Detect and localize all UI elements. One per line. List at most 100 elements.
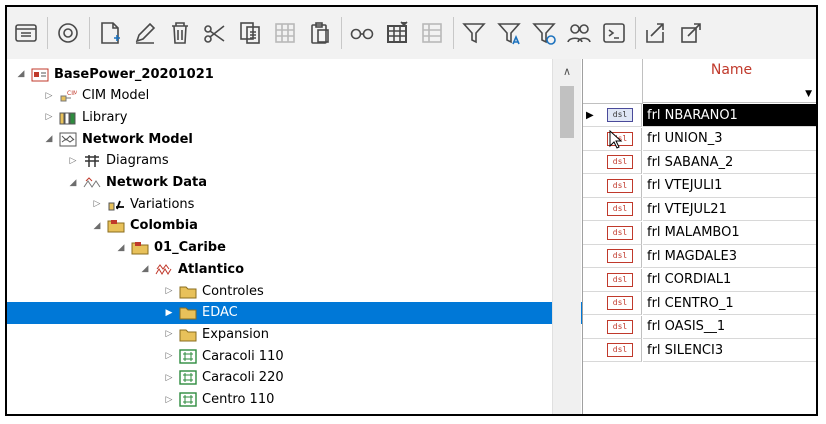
name-cell[interactable]: frl MAGDALE3 [643,245,816,268]
tree-item[interactable]: ◢ Network Data [7,172,612,194]
tree-item-label: Network Data [106,175,207,190]
tree-item[interactable]: ◢ BasePower_20201021 [7,63,560,85]
expanded-twisty-icon[interactable]: ◢ [91,221,103,231]
row-header[interactable]: dsl [583,174,642,198]
expanded-twisty-icon[interactable]: ◢ [43,134,55,144]
collapsed-twisty-icon[interactable]: ▷ [163,373,175,383]
scroll-up-icon[interactable]: ∧ [553,65,581,78]
export-icon[interactable] [641,18,671,48]
toolbar-separator [341,17,342,49]
refresh-icon[interactable] [53,18,83,48]
dsl-badge-icon: dsl [607,155,633,169]
expanded-twisty-icon[interactable]: ◢ [115,243,127,253]
collapsed-twisty-icon[interactable]: ▷ [91,199,103,209]
column-header-name[interactable]: Name ▼ [643,59,816,103]
collapsed-twisty-icon[interactable]: ▷ [163,286,175,296]
paste-icon[interactable] [305,18,335,48]
dsl-badge-icon: dsl [607,178,633,193]
copy-icon[interactable] [235,18,265,48]
dsl-badge-icon: dsl [607,249,633,263]
vertical-scrollbar[interactable]: ∧ [552,59,581,414]
tree-item[interactable]: ◢ Colombia [7,215,636,237]
row-header[interactable]: dsl [583,221,642,245]
grid-row[interactable]: dsl frl MALAMBO1 [583,221,816,245]
expanded-twisty-icon[interactable]: ◢ [67,178,79,188]
grid-row[interactable]: dsl frl OASIS__1 [583,315,816,339]
filter-icon[interactable] [459,18,489,48]
toolbar-separator [453,17,454,49]
tree-item[interactable]: ▷ Diagrams [7,150,612,172]
users-filter-icon[interactable] [564,18,594,48]
collapsed-twisty-icon[interactable]: ▷ [163,329,175,339]
project-tree[interactable]: ◢ BasePower_20201021 ▷ CIM CIM Model ▷ Library… [7,59,708,414]
grid-row[interactable]: dsl frl SABANA_2 [583,151,816,174]
name-cell[interactable]: frl CENTRO_1 [643,292,816,315]
network-model-icon [59,132,77,147]
collapsed-twisty-icon[interactable]: ▷ [67,156,79,166]
collapsed-twisty-icon[interactable]: ▷ [43,91,55,101]
tree-item-label: Variations [130,196,195,212]
grid-row[interactable]: dsl frl SILENCI3 [583,339,816,362]
grid-row[interactable]: ▶ dsl frl NBARANO1 [583,104,816,127]
row-header[interactable]: dsl [583,198,642,221]
row-header[interactable]: dsl [583,151,642,174]
export-window-icon[interactable] [676,18,706,48]
tree-item[interactable]: ▷ Variations [7,193,636,215]
cut-icon[interactable] [200,18,230,48]
new-object-icon[interactable] [95,18,125,48]
grid-row[interactable]: dsl frl VTEJULI1 [583,174,816,198]
collapsed-twisty-icon[interactable]: ▶ [163,308,175,318]
filter-a-icon[interactable] [494,18,524,48]
folder-icon [179,284,197,299]
folder-icon [179,305,197,320]
open-folder-icon[interactable] [11,18,41,48]
grid-row[interactable]: dsl frl CORDIAL1 [583,268,816,292]
grid-row[interactable]: dsl frl VTEJUL21 [583,198,816,221]
edit-icon[interactable] [130,18,160,48]
scroll-thumb[interactable] [560,86,574,138]
collapsed-twisty-icon[interactable]: ▷ [43,112,55,122]
table-columns-icon[interactable] [382,18,412,48]
tree-item-label: Caracoli 110 [202,348,284,364]
tree-item[interactable]: ◢ Network Model [7,128,588,150]
name-cell[interactable]: frl NBARANO1 [643,104,816,127]
tree-item-label: Diagrams [106,153,169,169]
tree-item[interactable]: ▷ Library [7,106,588,128]
dsl-badge-icon: dsl [607,108,633,122]
row-header[interactable]: ▶ dsl [583,104,642,127]
expanded-twisty-icon[interactable]: ◢ [139,264,151,274]
delete-icon[interactable] [165,18,195,48]
name-cell[interactable]: frl SILENCI3 [643,339,816,362]
tree-item-label: Caracoli 220 [202,370,284,386]
object-grid[interactable]: Name ▼ ▶ dsl frl NBARANO1 dsl frl UNION_3 dsl… [583,59,816,414]
grid-row[interactable]: dsl frl CENTRO_1 [583,292,816,315]
grid-row[interactable]: dsl frl UNION_3 [583,127,816,151]
row-header[interactable]: dsl [583,339,642,362]
row-header[interactable]: dsl [583,315,642,339]
name-cell[interactable]: frl CORDIAL1 [643,269,816,292]
collapsed-twisty-icon[interactable]: ▷ [163,395,175,405]
tree-item[interactable]: ▷ CIM CIM Model [7,85,588,107]
grid-row[interactable]: dsl frl MAGDALE3 [583,245,816,268]
row-header[interactable]: dsl [583,292,642,315]
name-cell[interactable]: frl MALAMBO1 [643,222,816,245]
name-cell[interactable]: frl SABANA_2 [643,151,816,174]
terminal-icon[interactable] [599,18,629,48]
tree-item-label: Controles [202,283,264,299]
expanded-twisty-icon[interactable]: ◢ [15,69,27,79]
table-disabled-icon[interactable] [417,18,447,48]
name-cell[interactable]: frl VTEJULI1 [643,175,816,198]
filter-clock-icon[interactable] [529,18,559,48]
variations-icon [107,197,125,212]
row-header[interactable]: dsl [583,245,642,268]
copy-table-icon[interactable] [270,18,300,48]
name-cell[interactable]: frl VTEJUL21 [643,198,816,221]
name-cell[interactable]: frl UNION_3 [643,128,816,151]
tree-item-label: CIM Model [82,88,150,104]
name-cell[interactable]: frl OASIS__1 [643,316,816,339]
row-header[interactable]: dsl [583,268,642,292]
tree-item-label: EDAC [202,305,238,321]
glasses-icon[interactable] [347,18,377,48]
collapsed-twisty-icon[interactable]: ▷ [163,351,175,361]
dropdown-arrow-icon[interactable]: ▼ [805,89,812,99]
